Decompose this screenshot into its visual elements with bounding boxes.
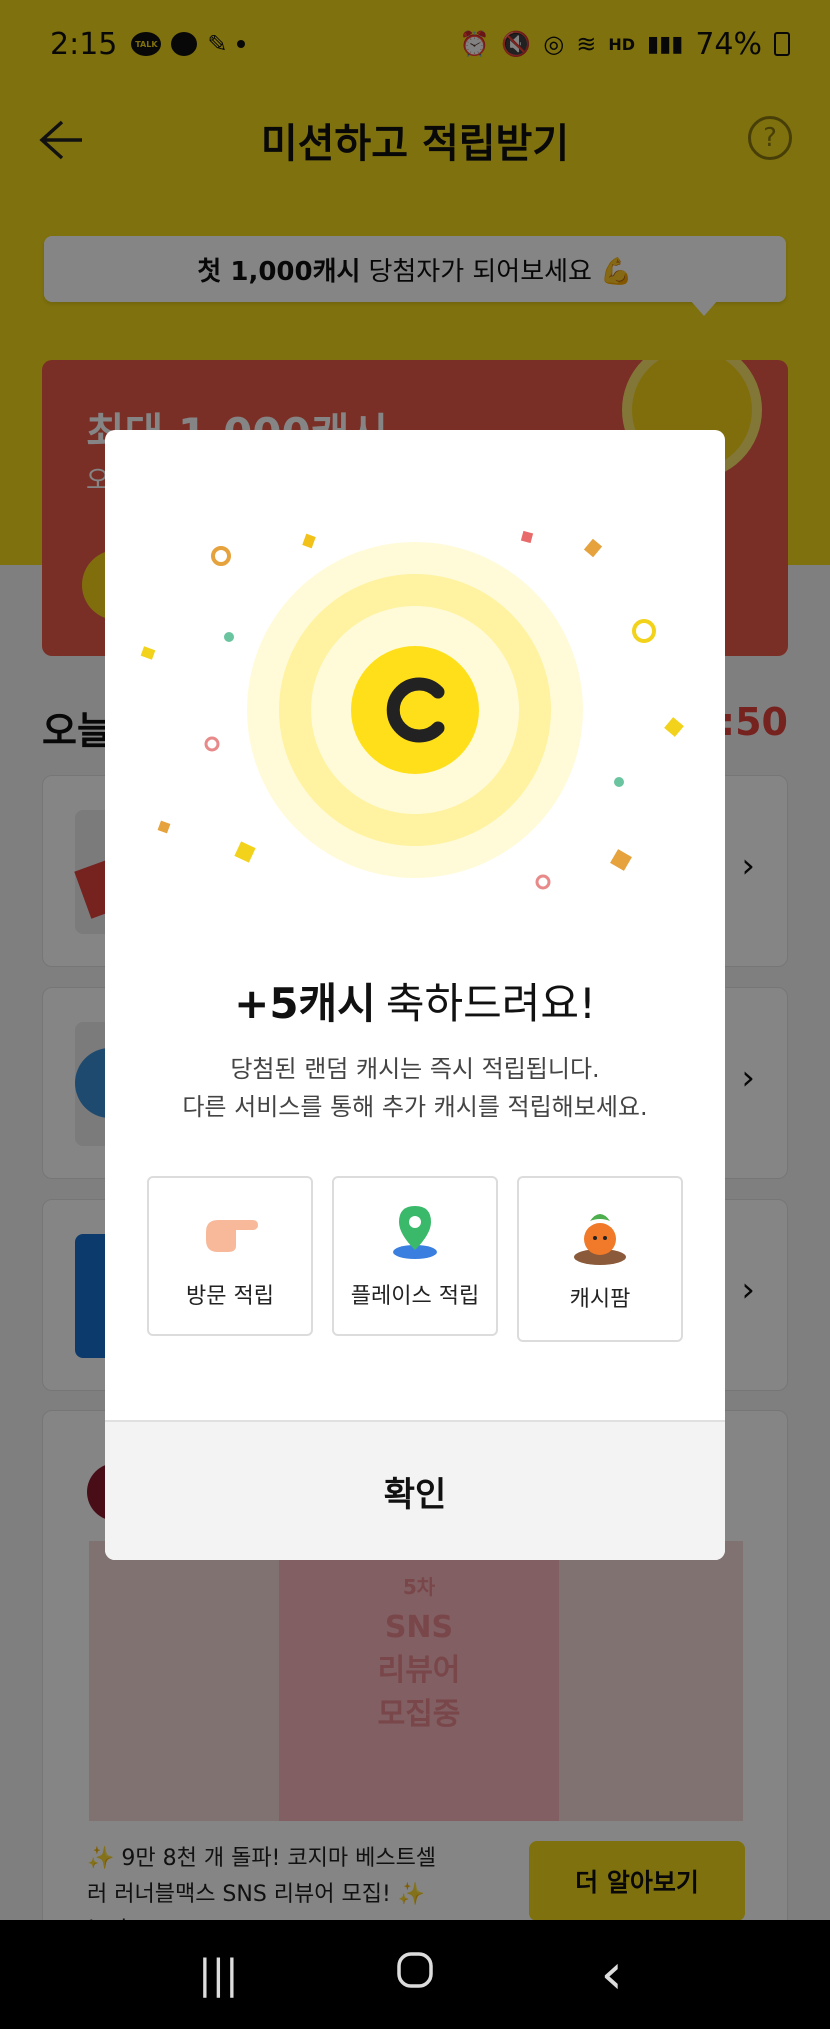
confirm-button[interactable]: 확인 xyxy=(105,1420,725,1560)
coin-circle xyxy=(351,646,479,774)
reward-modal: +5캐시 축하드려요! 당첨된 랜덤 캐시는 즉시 적립됩니다. 다른 서비스를 … xyxy=(105,430,725,1560)
confetti-piece xyxy=(234,841,256,863)
description-line-1: 당첨된 랜덤 캐시는 즉시 적립됩니다. xyxy=(230,1055,600,1083)
confetti-piece xyxy=(583,538,603,558)
confetti-dot xyxy=(224,632,234,642)
pointing-hand-icon xyxy=(206,1220,258,1252)
reward-amount: +5캐시 xyxy=(234,979,376,1028)
home-icon[interactable] xyxy=(375,1950,455,2000)
confetti-ring xyxy=(204,736,220,752)
carrot-icon xyxy=(574,1214,626,1265)
reward-congrats: 축하드려요! xyxy=(385,979,596,1028)
confetti-piece xyxy=(302,533,316,549)
confetti-piece xyxy=(140,646,156,660)
confetti-piece xyxy=(610,849,632,871)
confetti-piece xyxy=(520,530,534,544)
confetti-ring xyxy=(632,619,656,643)
map-pin-icon xyxy=(393,1206,437,1259)
confetti-ring xyxy=(535,874,551,890)
confetti-piece xyxy=(157,820,171,834)
back-nav-icon[interactable]: ‹ xyxy=(572,1942,652,2007)
recent-apps-icon[interactable]: ||| xyxy=(178,1952,258,1998)
cash-farm-button[interactable]: 캐시팜 xyxy=(517,1176,683,1342)
confetti-piece xyxy=(664,717,684,737)
visit-reward-button[interactable]: 방문 적립 xyxy=(147,1176,313,1336)
cash-farm-label: 캐시팜 xyxy=(569,1287,631,1312)
confetti-illustration xyxy=(140,530,684,890)
confetti-dot xyxy=(614,777,624,787)
reward-title: +5캐시 축하드려요! xyxy=(105,970,725,1031)
confetti-ring xyxy=(211,546,231,566)
place-reward-button[interactable]: 플레이스 적립 xyxy=(332,1176,498,1336)
place-reward-label: 플레이스 적립 xyxy=(350,1284,480,1309)
visit-reward-label: 방문 적립 xyxy=(186,1284,274,1309)
reward-description: 당첨된 랜덤 캐시는 즉시 적립됩니다. 다른 서비스를 통해 추가 캐시를 적… xyxy=(105,1050,725,1126)
service-options: 방문 적립 플레이스 적립 캐시팜 xyxy=(147,1176,683,1342)
description-line-2: 다른 서비스를 통해 추가 캐시를 적립해보세요. xyxy=(182,1093,648,1121)
system-navigation-bar: ||| ‹ xyxy=(0,1920,830,2029)
